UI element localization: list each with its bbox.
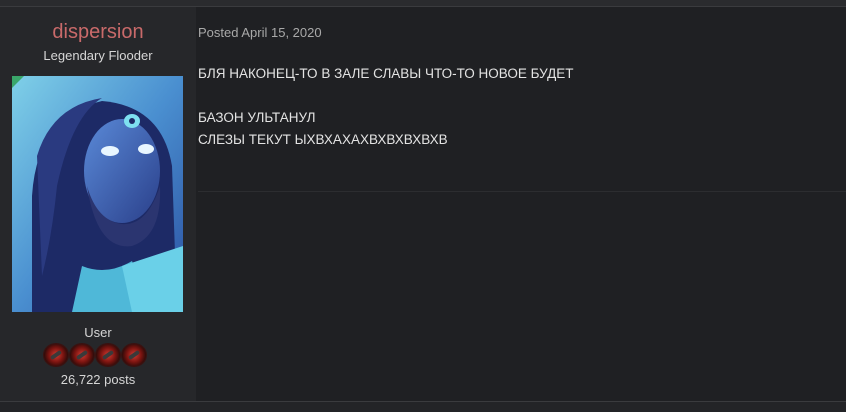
post-line: БЛЯ НАКОНЕЦ-ТО В ЗАЛЕ СЛАВЫ ЧТО-ТО НОВОЕ… <box>198 66 574 81</box>
rank-badge-icon <box>44 344 68 366</box>
author-group: User <box>84 325 112 340</box>
rank-badge-icon <box>122 344 146 366</box>
post-line: СЛЕЗЫ ТЕКУТ ЫХВХАХАХВХВХВХВХВ <box>198 132 448 147</box>
post-date[interactable]: Posted April 15, 2020 <box>198 25 322 40</box>
online-indicator <box>12 76 24 88</box>
avatar-portrait-icon <box>12 76 183 312</box>
rank-badge-icon <box>96 344 120 366</box>
author-title: Legendary Flooder <box>43 48 153 63</box>
author-avatar[interactable] <box>12 76 183 312</box>
forum-post: dispersion Legendary Flooder User 26,722… <box>0 7 846 401</box>
author-post-count: 26,722 posts <box>60 372 136 387</box>
rank-badges <box>44 344 154 366</box>
top-border <box>0 0 846 7</box>
author-username[interactable]: dispersion <box>0 21 196 44</box>
post-content: БЛЯ НАКОНЕЦ-ТО В ЗАЛЕ СЛАВЫ ЧТО-ТО НОВОЕ… <box>198 63 818 151</box>
rank-badge-icon <box>70 344 94 366</box>
post-divider <box>198 191 846 192</box>
post-line-gap <box>198 85 818 107</box>
bottom-border <box>0 401 846 412</box>
post-line: БАЗОН УЛЬТАНУЛ <box>198 110 316 125</box>
author-pane: dispersion Legendary Flooder User 26,722… <box>0 7 196 401</box>
